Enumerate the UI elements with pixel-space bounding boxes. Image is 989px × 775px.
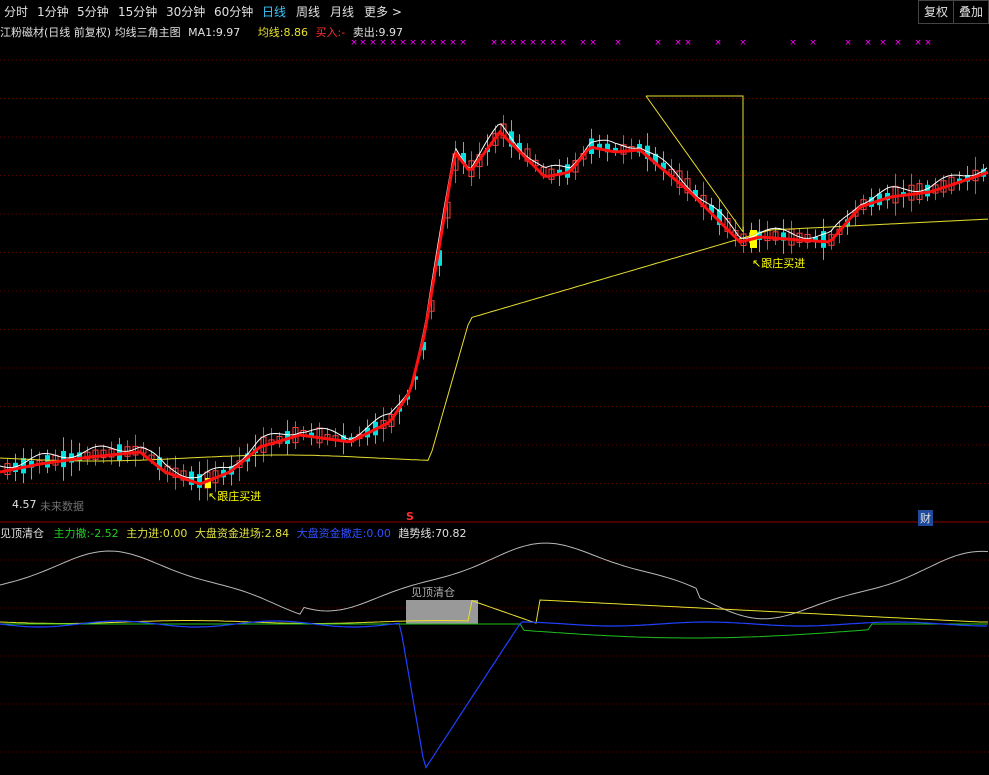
signal-mark: ×	[499, 38, 507, 48]
dapan-jin-value: 2.84	[264, 527, 290, 540]
signal-mark: ×	[350, 38, 358, 48]
signal-mark: ×	[399, 38, 407, 48]
indicator-info-line: 见顶清仓 主力撤:-2.52 主力进:0.00 大盘资金进场:2.84 大盘资金…	[0, 527, 467, 541]
low-price-label: 4.57	[12, 498, 37, 511]
dapan-zou-value: 0.00	[366, 527, 391, 540]
price-grid	[0, 59, 989, 753]
dapan-zou-label: 大盘资金撤走:	[296, 527, 367, 540]
zhuli-san-label: 主力撤:	[53, 527, 91, 540]
signal-mark: ×	[809, 38, 817, 48]
kline-chart[interactable]: × × × × × × × × × × × × × × × × × × × × × × × × × × × × × × × × × × × ×	[0, 0, 989, 775]
signal-mark: ×	[674, 38, 682, 48]
candlesticks	[4, 115, 986, 501]
signal-mark: ×	[419, 38, 427, 48]
zhuli-san-value: -2.52	[90, 527, 119, 540]
follow-buy-note-2: ↖跟庄买进	[752, 257, 806, 270]
signal-mark: ×	[864, 38, 872, 48]
indicator-title: 见顶清仓	[0, 527, 44, 540]
signal-mark: ×	[389, 38, 397, 48]
signal-mark: ×	[379, 38, 387, 48]
signal-mark: ×	[714, 38, 722, 48]
signal-mark: ×	[789, 38, 797, 48]
signal-mark: ×	[844, 38, 852, 48]
dapan-zou-line	[0, 620, 987, 769]
signal-mark: ×	[409, 38, 417, 48]
signal-mark: ×	[894, 38, 902, 48]
signal-mark: ×	[509, 38, 517, 48]
signal-mark: ×	[684, 38, 692, 48]
zhuli-jin-value: 0.00	[162, 527, 188, 540]
follow-buy-note-1: ↖跟庄买进	[208, 490, 262, 503]
s-marker: S	[406, 510, 414, 523]
dapan-jin-line	[0, 599, 988, 624]
ma-red-line	[0, 129, 989, 486]
signal-mark: ×	[449, 38, 457, 48]
signal-mark: ×	[914, 38, 922, 48]
zhuli-jin-label: 主力进:	[126, 527, 163, 540]
signal-mark: ×	[539, 38, 547, 48]
signal-mark: ×	[589, 38, 597, 48]
signal-mark: ×	[359, 38, 367, 48]
ma-yellow-line	[0, 218, 989, 462]
top-clear-box-label: 见顶清仓	[411, 586, 455, 599]
cai-marker[interactable]: 财	[918, 510, 933, 526]
signal-mark: ×	[879, 38, 887, 48]
zhuli-san-line	[0, 623, 988, 639]
signal-mark: ×	[654, 38, 662, 48]
signal-mark: ×	[579, 38, 587, 48]
signal-mark: ×	[519, 38, 527, 48]
trend-value: 70.82	[435, 527, 467, 540]
signal-mark: ×	[529, 38, 537, 48]
signal-mark: ×	[614, 38, 622, 48]
signal-mark: ×	[490, 38, 498, 48]
ma-white-line	[0, 123, 988, 479]
signal-mark: ×	[739, 38, 747, 48]
signal-mark: ×	[369, 38, 377, 48]
signal-mark: ×	[559, 38, 567, 48]
candle-down	[117, 444, 122, 461]
triangle-signal	[645, 95, 744, 233]
signal-mark: ×	[549, 38, 557, 48]
signal-mark: ×	[429, 38, 437, 48]
dapan-jin-label: 大盘资金进场:	[194, 527, 265, 540]
signal-mark: ×	[459, 38, 467, 48]
signal-marks: × × × × × × × × × × × × × × × × × × × × × × × × × × × × × × × × × × × ×	[350, 38, 932, 48]
trend-label: 趋势线:	[398, 527, 436, 540]
signal-mark: ×	[924, 38, 932, 48]
future-data-label: 未来数据	[40, 500, 84, 513]
signal-mark: ×	[439, 38, 447, 48]
trend-line	[0, 542, 989, 620]
